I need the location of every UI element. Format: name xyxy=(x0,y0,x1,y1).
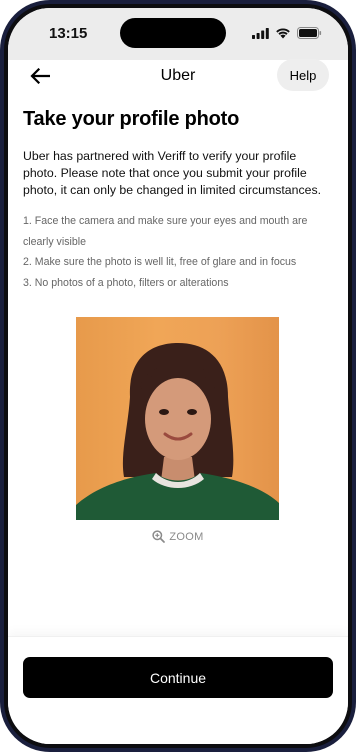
instruction-list: 1. Face the camera and make sure your ey… xyxy=(23,211,333,293)
cellular-signal-icon xyxy=(252,27,269,39)
zoom-label: ZOOM xyxy=(169,530,204,543)
status-icons xyxy=(252,27,322,39)
zoom-icon xyxy=(152,530,166,543)
help-button[interactable]: Help xyxy=(277,59,329,91)
intro-text: Uber has partnered with Veriff to verify… xyxy=(23,149,322,197)
phone-bezel: 13:15 Uber Help Take your profile photo … xyxy=(4,4,352,748)
instruction-item: 3. No photos of a photo, filters or alte… xyxy=(23,276,229,289)
continue-button[interactable]: Continue xyxy=(23,657,333,698)
wifi-icon xyxy=(276,28,290,39)
zoom-button[interactable]: ZOOM xyxy=(8,530,348,543)
screen: 13:15 Uber Help Take your profile photo … xyxy=(8,8,348,744)
dynamic-island xyxy=(120,18,226,48)
bottom-panel: Continue xyxy=(8,636,348,744)
instruction-item: 1. Face the camera and make sure your ey… xyxy=(23,215,308,248)
page-title: Take your profile photo xyxy=(23,108,240,130)
battery-icon xyxy=(297,27,322,39)
portrait-illustration xyxy=(76,343,279,520)
nav-bar: Uber Help xyxy=(8,52,348,98)
instruction-item: 2. Make sure the photo is well lit, free… xyxy=(23,256,297,268)
example-profile-photo[interactable] xyxy=(76,317,279,520)
phone-frame: 13:15 Uber Help Take your profile photo … xyxy=(0,0,356,752)
status-time: 13:15 xyxy=(49,25,88,42)
main-content: Take your profile photo Uber has partner… xyxy=(23,108,333,293)
